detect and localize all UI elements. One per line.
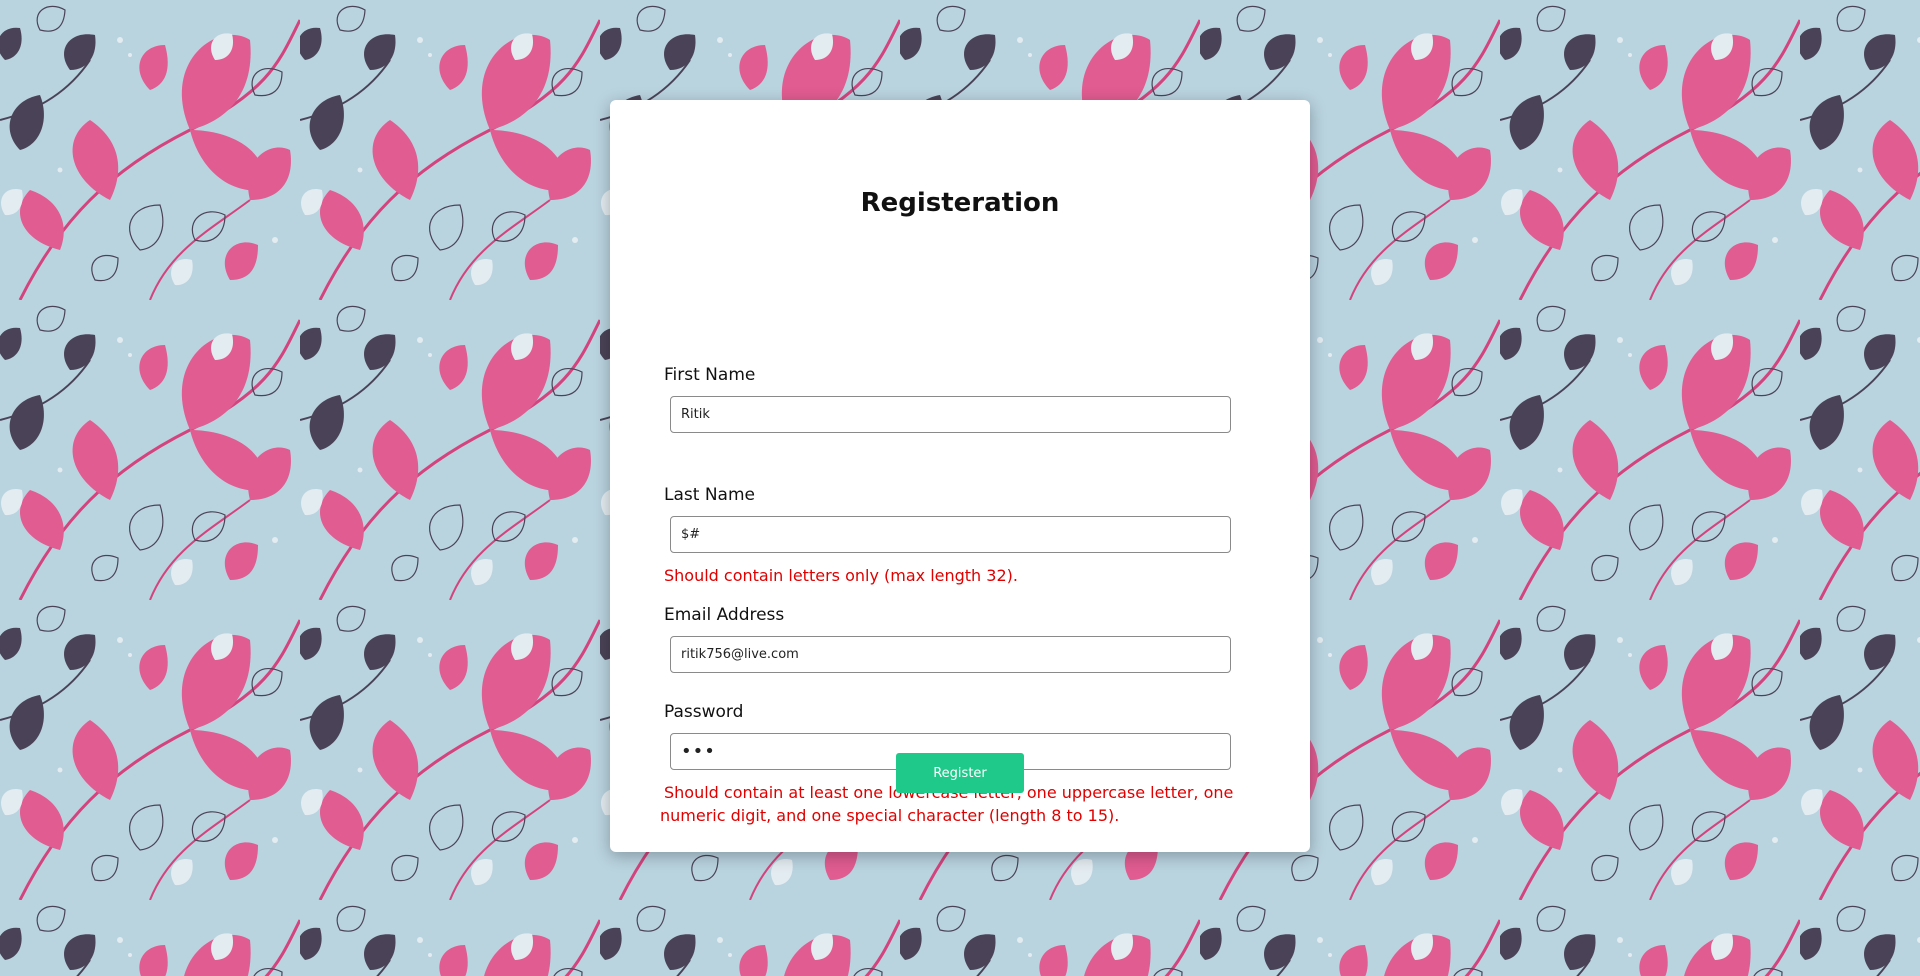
first-name-label: First Name [664,365,756,385]
email-input[interactable] [670,636,1231,673]
register-button[interactable]: Register [896,753,1024,793]
form-title: Registeration [860,188,1060,218]
registration-card: Registeration First Name Last Name Shoul… [610,100,1310,852]
first-name-input[interactable] [670,396,1231,433]
last-name-label: Last Name [664,485,755,505]
last-name-input[interactable] [670,516,1231,553]
email-label: Email Address [664,605,785,625]
last-name-error: Should contain letters only (max length … [664,566,1018,585]
password-label: Password [664,702,744,722]
